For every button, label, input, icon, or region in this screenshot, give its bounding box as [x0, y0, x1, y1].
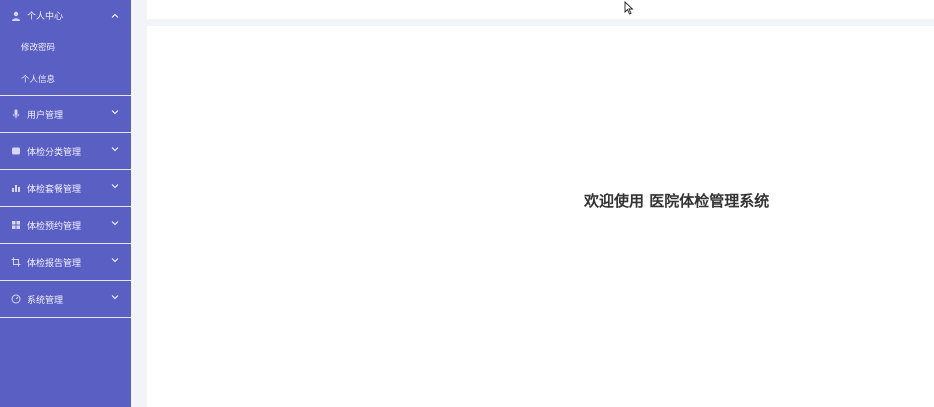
grid-icon [11, 220, 21, 230]
menu-label: 系统管理 [27, 295, 64, 306]
chevron-down-icon [111, 182, 119, 190]
menu-title-user-management[interactable]: 用户管理 [0, 96, 131, 132]
user-icon [11, 11, 21, 21]
menu-group-personal-center: 个人中心 修改密码 个人信息 [0, 0, 131, 96]
chevron-down-icon [111, 219, 119, 227]
menu-title-personal-center[interactable]: 个人中心 [0, 0, 131, 31]
menu-title-package-management[interactable]: 体检套餐管理 [0, 170, 131, 206]
menu-label: 个人中心 [27, 12, 64, 22]
menu-group-appointment-management: 体检预约管理 [0, 207, 131, 244]
submenu-personal-center: 修改密码 个人信息 [0, 31, 131, 95]
microphone-icon [11, 109, 21, 119]
app-window: 个人中心 修改密码 个人信息 用户管理 体检分类管理 体检套餐管理 体检预约管理… [0, 0, 934, 407]
chevron-down-icon [111, 293, 119, 301]
chevron-down-icon [111, 108, 119, 116]
menu-group-report-management: 体检报告管理 [0, 244, 131, 281]
chevron-down-icon [111, 256, 119, 264]
menu-group-category-management: 体检分类管理 [0, 133, 131, 170]
bar-chart-icon [11, 183, 21, 193]
menu-label: 用户管理 [27, 110, 64, 121]
menu-group-system-management: 系统管理 [0, 281, 131, 318]
menu-title-report-management[interactable]: 体检报告管理 [0, 244, 131, 280]
main-content-area: 欢迎使用 医院体检管理系统 [147, 26, 934, 407]
sidebar-menu: 个人中心 修改密码 个人信息 用户管理 体检分类管理 体检套餐管理 体检预约管理… [0, 0, 131, 407]
chevron-up-icon [111, 12, 119, 20]
mouse-cursor-icon [624, 1, 634, 15]
dashboard-icon [11, 294, 21, 304]
menu-title-category-management[interactable]: 体检分类管理 [0, 133, 131, 169]
database-icon [11, 146, 21, 156]
menu-title-system-management[interactable]: 系统管理 [0, 281, 131, 317]
menu-item-change-password[interactable]: 修改密码 [0, 31, 131, 63]
welcome-message: 欢迎使用 医院体检管理系统 [584, 192, 770, 210]
menu-group-user-management: 用户管理 [0, 96, 131, 133]
menu-title-appointment-management[interactable]: 体检预约管理 [0, 207, 131, 243]
menu-group-package-management: 体检套餐管理 [0, 170, 131, 207]
menu-label: 体检预约管理 [27, 221, 82, 232]
crop-icon [11, 257, 21, 267]
menu-label: 体检分类管理 [27, 147, 82, 158]
chevron-down-icon [111, 145, 119, 153]
menu-item-personal-info[interactable]: 个人信息 [0, 63, 131, 95]
top-bar [147, 0, 934, 19]
menu-label: 体检报告管理 [27, 258, 82, 269]
menu-label: 体检套餐管理 [27, 184, 82, 195]
